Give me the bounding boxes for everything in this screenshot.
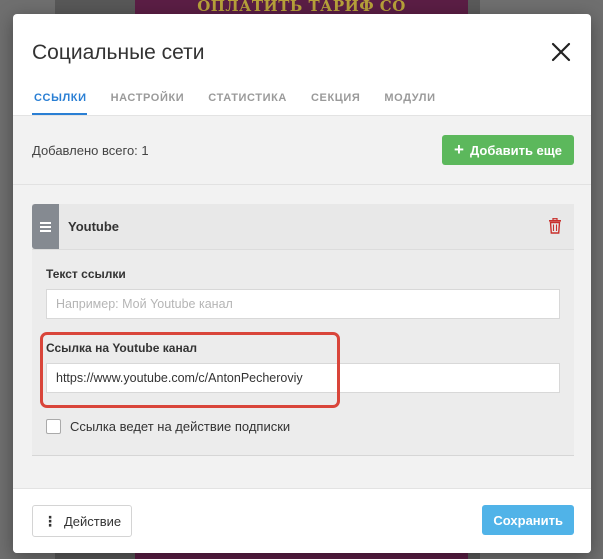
link-item-panel: Youtube Текст ссылки Ссылка на Youtube к… [32,204,574,456]
drag-handle-icon[interactable] [32,204,59,249]
save-button[interactable]: Сохранить [482,505,574,535]
subscribe-action-checkbox[interactable] [46,419,61,434]
tab-statistics[interactable]: СТАТИСТИКА [206,92,287,115]
modal-footer: ⋮ Действие Сохранить [13,488,591,553]
action-button-label: Действие [64,513,122,529]
modal-header: Социальные сети ССЫЛКИ НАСТРОЙКИ СТАТИСТ… [13,14,591,116]
link-item-header[interactable]: Youtube [32,204,574,250]
link-text-input[interactable] [46,289,560,319]
link-item-title: Youtube [68,219,120,234]
background-banner: ОПЛАТИТЬ ТАРИФ СО [135,0,468,14]
vertical-dots-icon: ⋮ [43,512,57,529]
tab-settings[interactable]: НАСТРОЙКИ [109,92,185,115]
subscribe-action-checkbox-row[interactable]: Ссылка ведет на действие подписки [46,419,290,434]
action-button[interactable]: ⋮ Действие [32,505,133,537]
items-count-text: Добавлено всего: 1 [32,143,149,158]
tab-section[interactable]: СЕКЦИЯ [309,92,360,115]
close-icon[interactable] [550,41,572,63]
tab-modules[interactable]: МОДУЛИ [382,92,435,115]
tab-links[interactable]: ССЫЛКИ [32,92,87,115]
add-more-label: Добавить еще [469,142,562,158]
modal-body: Добавлено всего: 1 + Добавить еще Youtub… [13,116,591,488]
trash-icon[interactable] [548,217,562,234]
links-toolbar: Добавлено всего: 1 + Добавить еще [13,116,591,185]
youtube-url-label: Ссылка на Youtube канал [46,341,197,355]
subscribe-action-label: Ссылка ведет на действие подписки [70,419,291,434]
youtube-url-input[interactable] [46,363,560,393]
modal-title: Социальные сети [32,41,205,64]
link-text-label: Текст ссылки [46,267,126,281]
background-banner-text: ОПЛАТИТЬ ТАРИФ СО [197,0,406,14]
plus-icon: + [454,140,464,159]
add-more-button[interactable]: + Добавить еще [442,135,574,165]
social-networks-modal: Социальные сети ССЫЛКИ НАСТРОЙКИ СТАТИСТ… [13,14,591,553]
tab-bar: ССЫЛКИ НАСТРОЙКИ СТАТИСТИКА СЕКЦИЯ МОДУЛ… [32,92,458,115]
